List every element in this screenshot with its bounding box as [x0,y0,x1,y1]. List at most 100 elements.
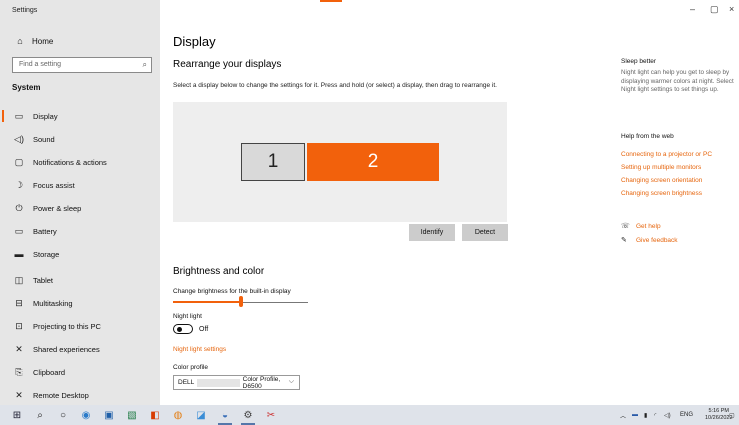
sidebar-item-label: Projecting to this PC [33,321,101,331]
remote-icon[interactable]: ◒ [216,405,234,425]
wifi-icon[interactable]: ◜ [654,405,656,425]
home-link[interactable]: ⌂ Home [14,36,53,46]
search-placeholder: Find a setting [19,61,62,68]
remote-icon: ✕ [15,389,23,400]
edge-icon[interactable]: ◉ [77,405,95,425]
help-link[interactable]: Changing screen brightness [621,190,702,197]
sidebar: Settings ⌂ Home Find a setting ⌕ System … [0,0,160,405]
night-light-state: Off [199,326,209,333]
tray-app-icon[interactable]: ▬ [632,405,638,425]
minimize-button[interactable]: – [690,4,695,14]
battery-icon: ▭ [14,225,24,236]
chrome-icon[interactable]: ◍ [169,405,187,425]
color-profile-select[interactable]: DELL Color Profile, D6500 ⌵ [173,375,300,390]
sidebar-item-projecting[interactable]: ⊡ Projecting to this PC [0,316,160,336]
action-center-icon[interactable]: ▢ [729,405,735,425]
shared-icon: ✕ [15,343,23,354]
home-label: Home [32,36,54,46]
chevron-down-icon: ⌵ [288,378,294,385]
sidebar-item-label: Multitasking [33,298,73,308]
photos-icon[interactable]: ▧ [123,405,141,425]
sidebar-item-clipboard[interactable]: ⎘ Clipboard [0,362,160,382]
start-button[interactable]: ⊞ [8,405,26,425]
volume-icon[interactable]: ◁) [664,405,671,425]
help-heading: Help from the web [621,133,674,140]
brightness-heading: Brightness and color [173,266,265,277]
maximize-button[interactable]: ▢ [710,4,719,15]
search-icon[interactable]: ⌕ [31,405,49,425]
sidebar-item-label: Notifications & actions [33,157,107,167]
search-icon: ⌕ [142,60,147,69]
night-light-toggle[interactable] [173,324,193,334]
snip-icon[interactable]: ✂ [262,405,280,425]
give-feedback-link[interactable]: Give feedback [636,237,678,244]
monitor-1[interactable]: 1 [241,143,305,181]
accent-strip [320,0,342,2]
store-icon[interactable]: ▣ [100,405,118,425]
power-icon: ⏻ [15,202,23,213]
night-light-label: Night light [173,313,202,320]
night-light-settings-link[interactable]: Night light settings [173,346,226,353]
taskbar: ⊞ ⌕ ○ ◉ ▣ ▧ ◧ ◍ ◪ ◒ ⚙ ✂ ︿ ▬ ▮ ◜ ◁) ENG 5… [0,405,739,425]
rearrange-heading: Rearrange your displays [173,59,282,70]
identify-button[interactable]: Identify [409,224,455,241]
tablet-icon: ◫ [14,274,24,285]
sidebar-item-display[interactable]: ▭ Display [0,106,160,126]
task-view-icon[interactable]: ○ [54,405,72,425]
get-help-icon: ☏ [621,223,630,230]
get-help-link[interactable]: Get help [636,223,661,230]
redacted-block [197,378,240,387]
home-icon: ⌂ [17,36,23,46]
clipboard-icon: ⎘ [15,366,23,377]
brightness-label: Change brightness for the built-in displ… [173,288,291,295]
detect-button[interactable]: Detect [462,224,508,241]
help-link[interactable]: Changing screen orientation [621,177,702,184]
sidebar-item-focus-assist[interactable]: ☽ Focus assist [0,175,160,195]
sidebar-item-storage[interactable]: ▬ Storage [0,244,160,264]
close-button[interactable]: × [729,4,734,14]
sidebar-item-notifications[interactable]: ▢ Notifications & actions [0,152,160,172]
storage-icon: ▬ [14,249,24,259]
sidebar-item-sound[interactable]: ◁) Sound [0,129,160,149]
search-input[interactable]: Find a setting ⌕ [12,57,152,73]
sidebar-item-label: Focus assist [33,180,75,190]
speaker-icon: ◁) [14,133,24,144]
sidebar-item-label: Power & sleep [33,203,82,213]
color-profile-prefix: DELL [178,379,195,386]
projecting-icon: ⊡ [15,320,23,331]
sidebar-item-label: Tablet [33,275,54,285]
help-link[interactable]: Connecting to a projector or PC [621,151,712,158]
sleep-better-text: Night light can help you get to sleep by… [621,69,734,93]
sidebar-item-tablet[interactable]: ◫ Tablet [0,270,160,290]
office-icon[interactable]: ◧ [146,405,164,425]
rearrange-description: Select a display below to change the set… [173,82,497,89]
notification-icon: ▢ [14,156,24,167]
sidebar-item-shared-experiences[interactable]: ✕ Shared experiences [0,339,160,359]
sidebar-item-remote-desktop[interactable]: ✕ Remote Desktop [0,385,160,405]
sidebar-item-label: Sound [33,134,55,144]
monitor-2[interactable]: 2 [307,143,439,181]
sidebar-item-label: Remote Desktop [33,390,89,400]
battery-icon[interactable]: ▮ [644,405,647,425]
sidebar-item-multitasking[interactable]: ⊟ Multitasking [0,293,160,313]
app-icon[interactable]: ◪ [192,405,210,425]
gear-icon[interactable]: ⚙ [239,405,257,425]
sleep-better-heading: Sleep better [621,58,657,65]
sidebar-item-label: Storage [33,249,60,259]
multitasking-icon: ⊟ [15,297,23,308]
sidebar-item-power-sleep[interactable]: ⏻ Power & sleep [0,198,160,218]
section-header: System [12,83,41,92]
sidebar-item-label: Clipboard [33,367,66,377]
sidebar-item-battery[interactable]: ▭ Battery [0,221,160,241]
brightness-slider-fill [173,301,241,303]
page-title: Display [173,34,216,49]
help-link[interactable]: Setting up multiple monitors [621,164,701,171]
feedback-icon: ✎ [621,237,627,244]
sidebar-item-label: Shared experiences [33,344,100,354]
brightness-slider-thumb[interactable] [238,296,243,307]
sidebar-item-label: Battery [33,226,57,236]
tray-chevron-icon[interactable]: ︿ [620,405,626,425]
color-profile-label: Color profile [173,364,209,371]
sidebar-item-label: Display [33,111,58,121]
input-language[interactable]: ENG [680,405,693,425]
